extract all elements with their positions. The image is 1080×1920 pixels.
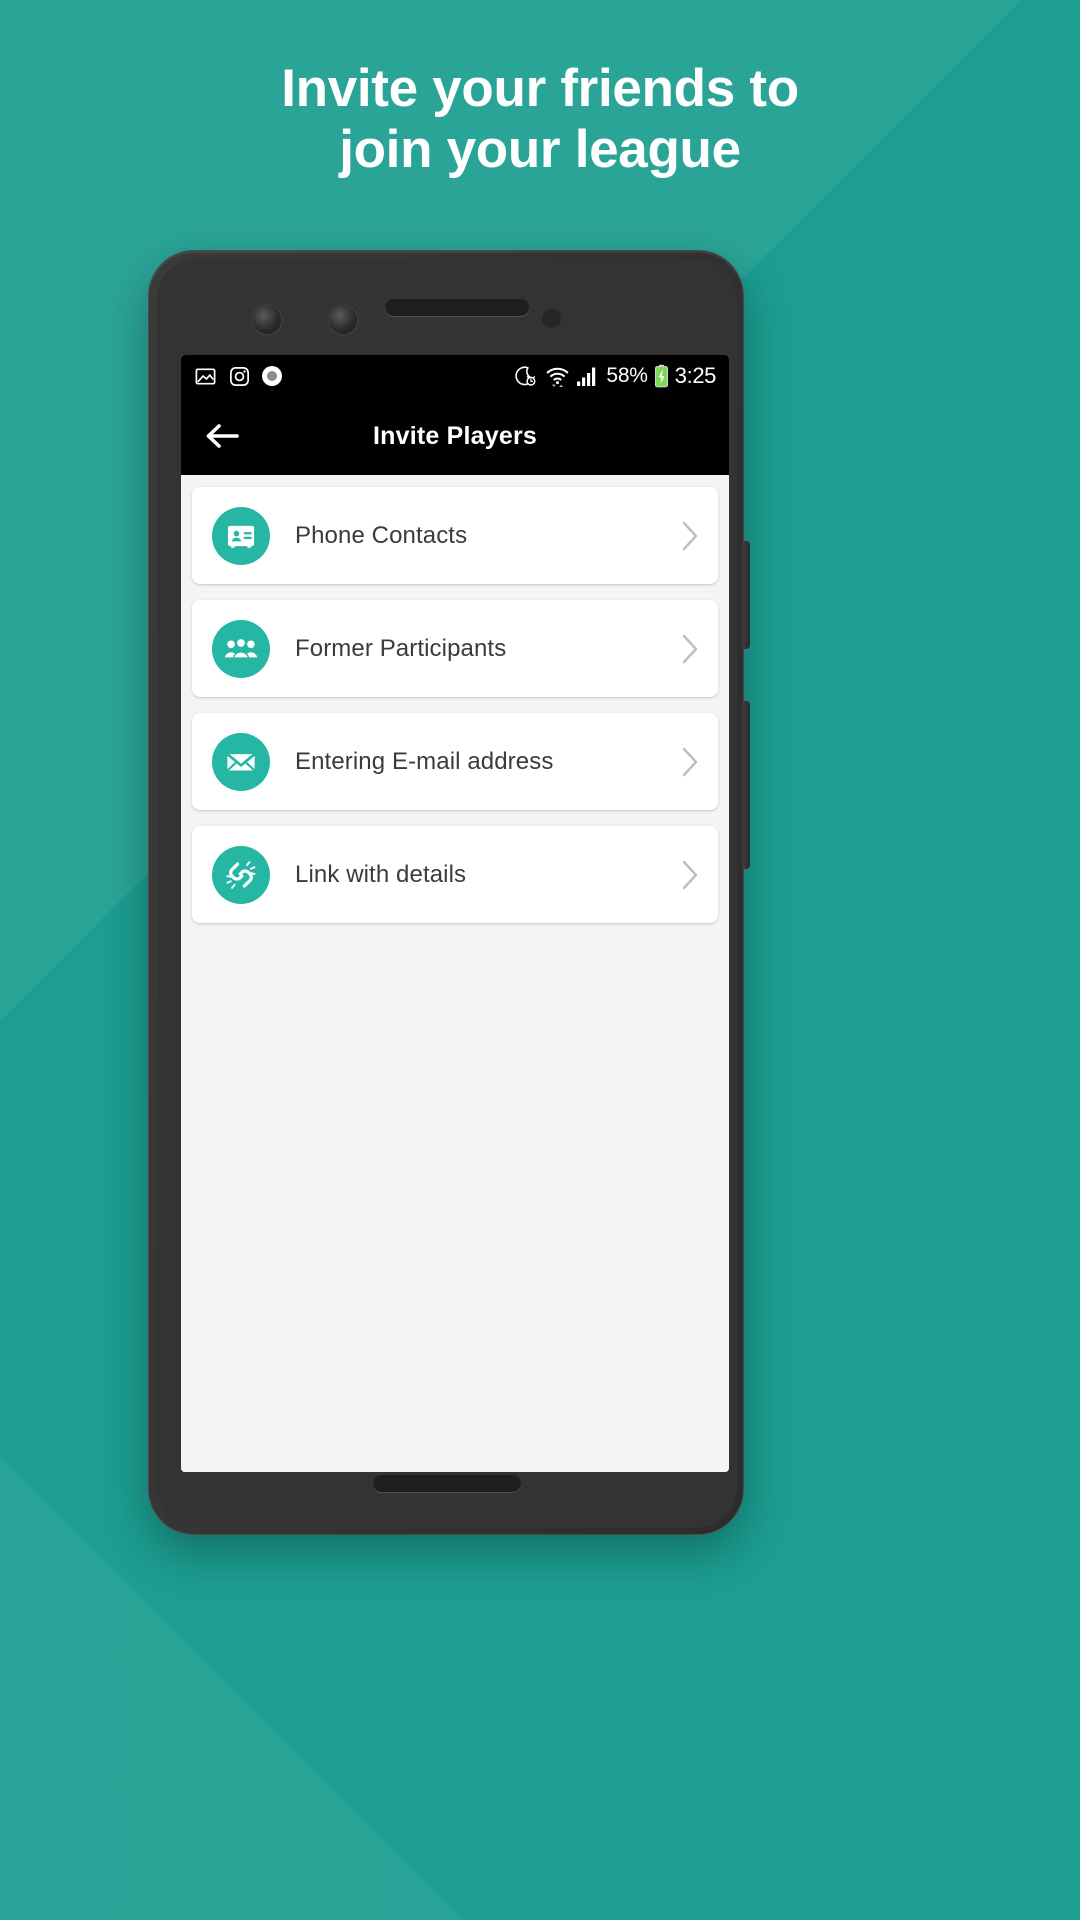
chevron-right-icon <box>682 860 698 889</box>
promo-headline: Invite your friends to join your league <box>0 58 1080 181</box>
invite-option-former-participants[interactable]: Former Participants <box>192 600 718 697</box>
image-icon <box>195 367 216 385</box>
clock-label: 3:25 <box>674 363 717 388</box>
front-camera-icon <box>253 306 281 334</box>
battery-charging-icon <box>654 364 668 388</box>
status-bar-right-icons: 58% 3:25 <box>513 363 716 389</box>
invite-option-phone-contacts[interactable]: Phone Contacts <box>192 487 718 584</box>
people-group-icon <box>212 619 270 678</box>
power-button[interactable] <box>742 541 750 649</box>
invite-option-label: Entering E-mail address <box>295 747 554 775</box>
broken-link-icon <box>212 845 270 904</box>
status-bar: 58% 3:25 <box>181 355 729 397</box>
headline-line-2: join your league <box>339 120 741 180</box>
volume-button[interactable] <box>742 701 750 869</box>
back-arrow-icon <box>206 424 239 448</box>
phone-body: 58% 3:25 Invite Players Phone Contacts F… <box>157 259 737 1528</box>
phone-mockup: 58% 3:25 Invite Players Phone Contacts F… <box>148 250 750 1535</box>
chevron-right-icon <box>682 634 698 663</box>
envelope-icon <box>212 732 270 791</box>
battery-percent-label: 58% <box>606 364 648 387</box>
invite-option-label: Former Participants <box>295 634 507 662</box>
bottom-speaker <box>373 1475 521 1492</box>
headline-line-1: Invite your friends to <box>281 59 799 118</box>
proximity-sensor-icon <box>542 309 561 328</box>
front-camera-secondary-icon <box>329 306 357 334</box>
page-title: Invite Players <box>372 421 537 450</box>
invite-option-link[interactable]: Link with details <box>192 826 718 923</box>
invite-option-label: Phone Contacts <box>295 521 468 549</box>
do-not-disturb-alarm-icon <box>515 366 536 386</box>
cellular-signal-icon <box>577 367 596 386</box>
back-button[interactable] <box>191 405 253 467</box>
invite-option-email[interactable]: Entering E-mail address <box>192 713 718 810</box>
earpiece-speaker <box>385 299 529 316</box>
instagram-icon <box>230 366 249 386</box>
app-bar: Invite Players <box>181 397 729 475</box>
status-bar-left-icons <box>194 365 282 388</box>
wifi-icon <box>546 367 569 387</box>
phone-screen: 58% 3:25 Invite Players Phone Contacts F… <box>181 355 729 1472</box>
chevron-right-icon <box>682 521 698 550</box>
screen-record-icon <box>262 366 282 386</box>
contact-card-icon <box>212 506 270 565</box>
invite-options-list: Phone Contacts Former Participants Enter… <box>181 475 729 1472</box>
invite-option-label: Link with details <box>295 860 467 888</box>
chevron-right-icon <box>682 747 698 776</box>
